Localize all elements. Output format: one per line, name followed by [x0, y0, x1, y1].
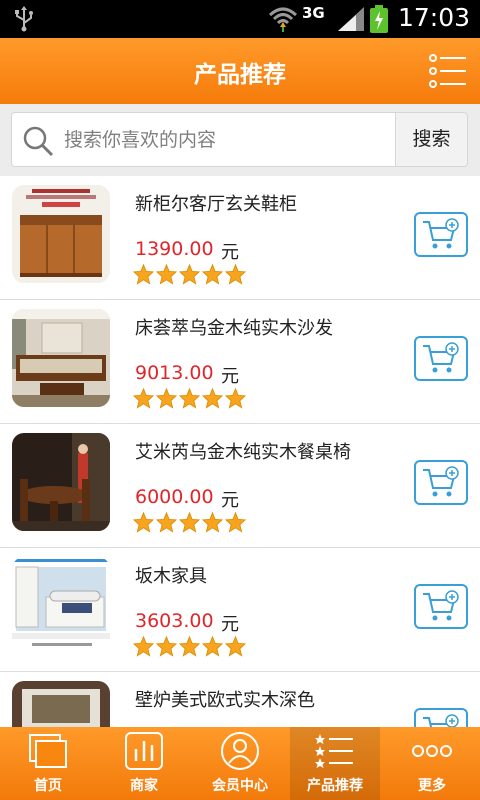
- tab-label: 会员中心: [212, 778, 268, 794]
- cart-plus-icon: [423, 466, 459, 497]
- price-unit: 元: [221, 366, 239, 387]
- product-price: 1390.00: [135, 238, 214, 260]
- star-icon: [179, 512, 200, 533]
- product-image-shoe-cabinet: [12, 185, 110, 283]
- product-price: 3603.00: [135, 610, 214, 632]
- battery-charging-icon: [370, 5, 388, 33]
- search-bar: 搜索: [0, 104, 480, 176]
- tab-member-center[interactable]: 会员中心: [192, 727, 288, 800]
- star-icon: [133, 636, 154, 657]
- list-menu-icon[interactable]: [428, 52, 468, 90]
- star-icon: [202, 636, 223, 657]
- rating-stars: [133, 388, 246, 410]
- usb-icon: [15, 6, 33, 32]
- product-price: 9013.00: [135, 362, 214, 384]
- search-box: [11, 112, 396, 167]
- star-icon: [156, 388, 177, 409]
- product-item[interactable]: 壁炉美式欧式实木深色: [0, 672, 480, 727]
- cart-plus-icon: [423, 714, 459, 727]
- rating-stars: [133, 264, 246, 286]
- cart-plus-icon: [423, 590, 459, 621]
- tab-home[interactable]: 首页: [0, 727, 96, 800]
- star-icon: [133, 512, 154, 533]
- product-image-dining-set: [12, 433, 110, 531]
- cart-plus-icon: [423, 218, 459, 249]
- member-person-icon: [221, 732, 259, 770]
- tab-label: 首页: [34, 778, 62, 794]
- product-image-wooden-sofa: [12, 309, 110, 407]
- search-input[interactable]: [64, 123, 384, 157]
- rating-stars: [133, 636, 246, 658]
- product-list: 新柜尔客厅玄关鞋柜 1390.00 元 床荟萃乌金木纯实木沙发 9013.00 …: [0, 176, 480, 727]
- add-to-cart-button[interactable]: [414, 584, 468, 629]
- product-item[interactable]: 艾米芮乌金木纯实木餐桌椅 6000.00 元: [0, 424, 480, 548]
- star-icon: [225, 264, 246, 285]
- star-icon: [202, 512, 223, 533]
- product-item[interactable]: 床荟萃乌金木纯实木沙发 9013.00 元: [0, 300, 480, 424]
- star-icon: [156, 636, 177, 657]
- add-to-cart-button[interactable]: [414, 708, 468, 727]
- product-name: 床荟萃乌金木纯实木沙发: [135, 318, 333, 339]
- tab-merchant[interactable]: 商家: [96, 727, 192, 800]
- product-item[interactable]: 新柜尔客厅玄关鞋柜 1390.00 元: [0, 176, 480, 300]
- tab-label: 产品推荐: [307, 778, 363, 794]
- tab-more[interactable]: 更多: [384, 727, 480, 800]
- rating-stars: [133, 512, 246, 534]
- network-type: 3G: [302, 4, 325, 22]
- search-button[interactable]: 搜索: [396, 112, 468, 167]
- star-icon: [225, 512, 246, 533]
- star-icon: [179, 388, 200, 409]
- more-dots-icon: [412, 745, 452, 757]
- tab-product-recommend[interactable]: 产品推荐: [290, 727, 380, 800]
- star-icon: [179, 264, 200, 285]
- product-name: 新柜尔客厅玄关鞋柜: [135, 194, 297, 215]
- star-icon: [179, 636, 200, 657]
- tab-label: 更多: [418, 778, 446, 794]
- price-unit: 元: [221, 490, 239, 511]
- star-icon: [156, 512, 177, 533]
- page-title: 产品推荐: [194, 62, 286, 88]
- product-image-bedroom: [12, 557, 110, 655]
- signal-icon: [338, 7, 364, 31]
- star-list-icon: [315, 734, 353, 768]
- add-to-cart-button[interactable]: [414, 212, 468, 257]
- app-header: 产品推荐: [0, 38, 480, 104]
- star-icon: [225, 388, 246, 409]
- cart-plus-icon: [423, 342, 459, 373]
- star-icon: [202, 388, 223, 409]
- star-icon: [133, 264, 154, 285]
- bottom-navigation: 首页 商家 会员中心 产品推荐 更多: [0, 727, 480, 800]
- search-icon: [23, 126, 54, 157]
- star-icon: [202, 264, 223, 285]
- price-unit: 元: [221, 614, 239, 635]
- star-icon: [133, 388, 154, 409]
- status-bar: 3G 17:03: [0, 0, 480, 38]
- home-pages-icon: [29, 734, 67, 768]
- product-price: 6000.00: [135, 486, 214, 508]
- clock: 17:03: [398, 3, 471, 32]
- star-icon: [225, 636, 246, 657]
- add-to-cart-button[interactable]: [414, 336, 468, 381]
- merchant-chart-icon: [125, 732, 163, 770]
- product-name: 艾米芮乌金木纯实木餐桌椅: [135, 442, 351, 463]
- product-item[interactable]: 坂木家具 3603.00 元: [0, 548, 480, 672]
- product-name: 壁炉美式欧式实木深色: [135, 690, 315, 711]
- star-icon: [156, 264, 177, 285]
- tab-label: 商家: [130, 778, 158, 794]
- add-to-cart-button[interactable]: [414, 460, 468, 505]
- price-unit: 元: [221, 242, 239, 263]
- wifi-icon: [268, 7, 298, 32]
- product-name: 坂木家具: [135, 566, 207, 587]
- product-image-fireplace: [12, 681, 110, 727]
